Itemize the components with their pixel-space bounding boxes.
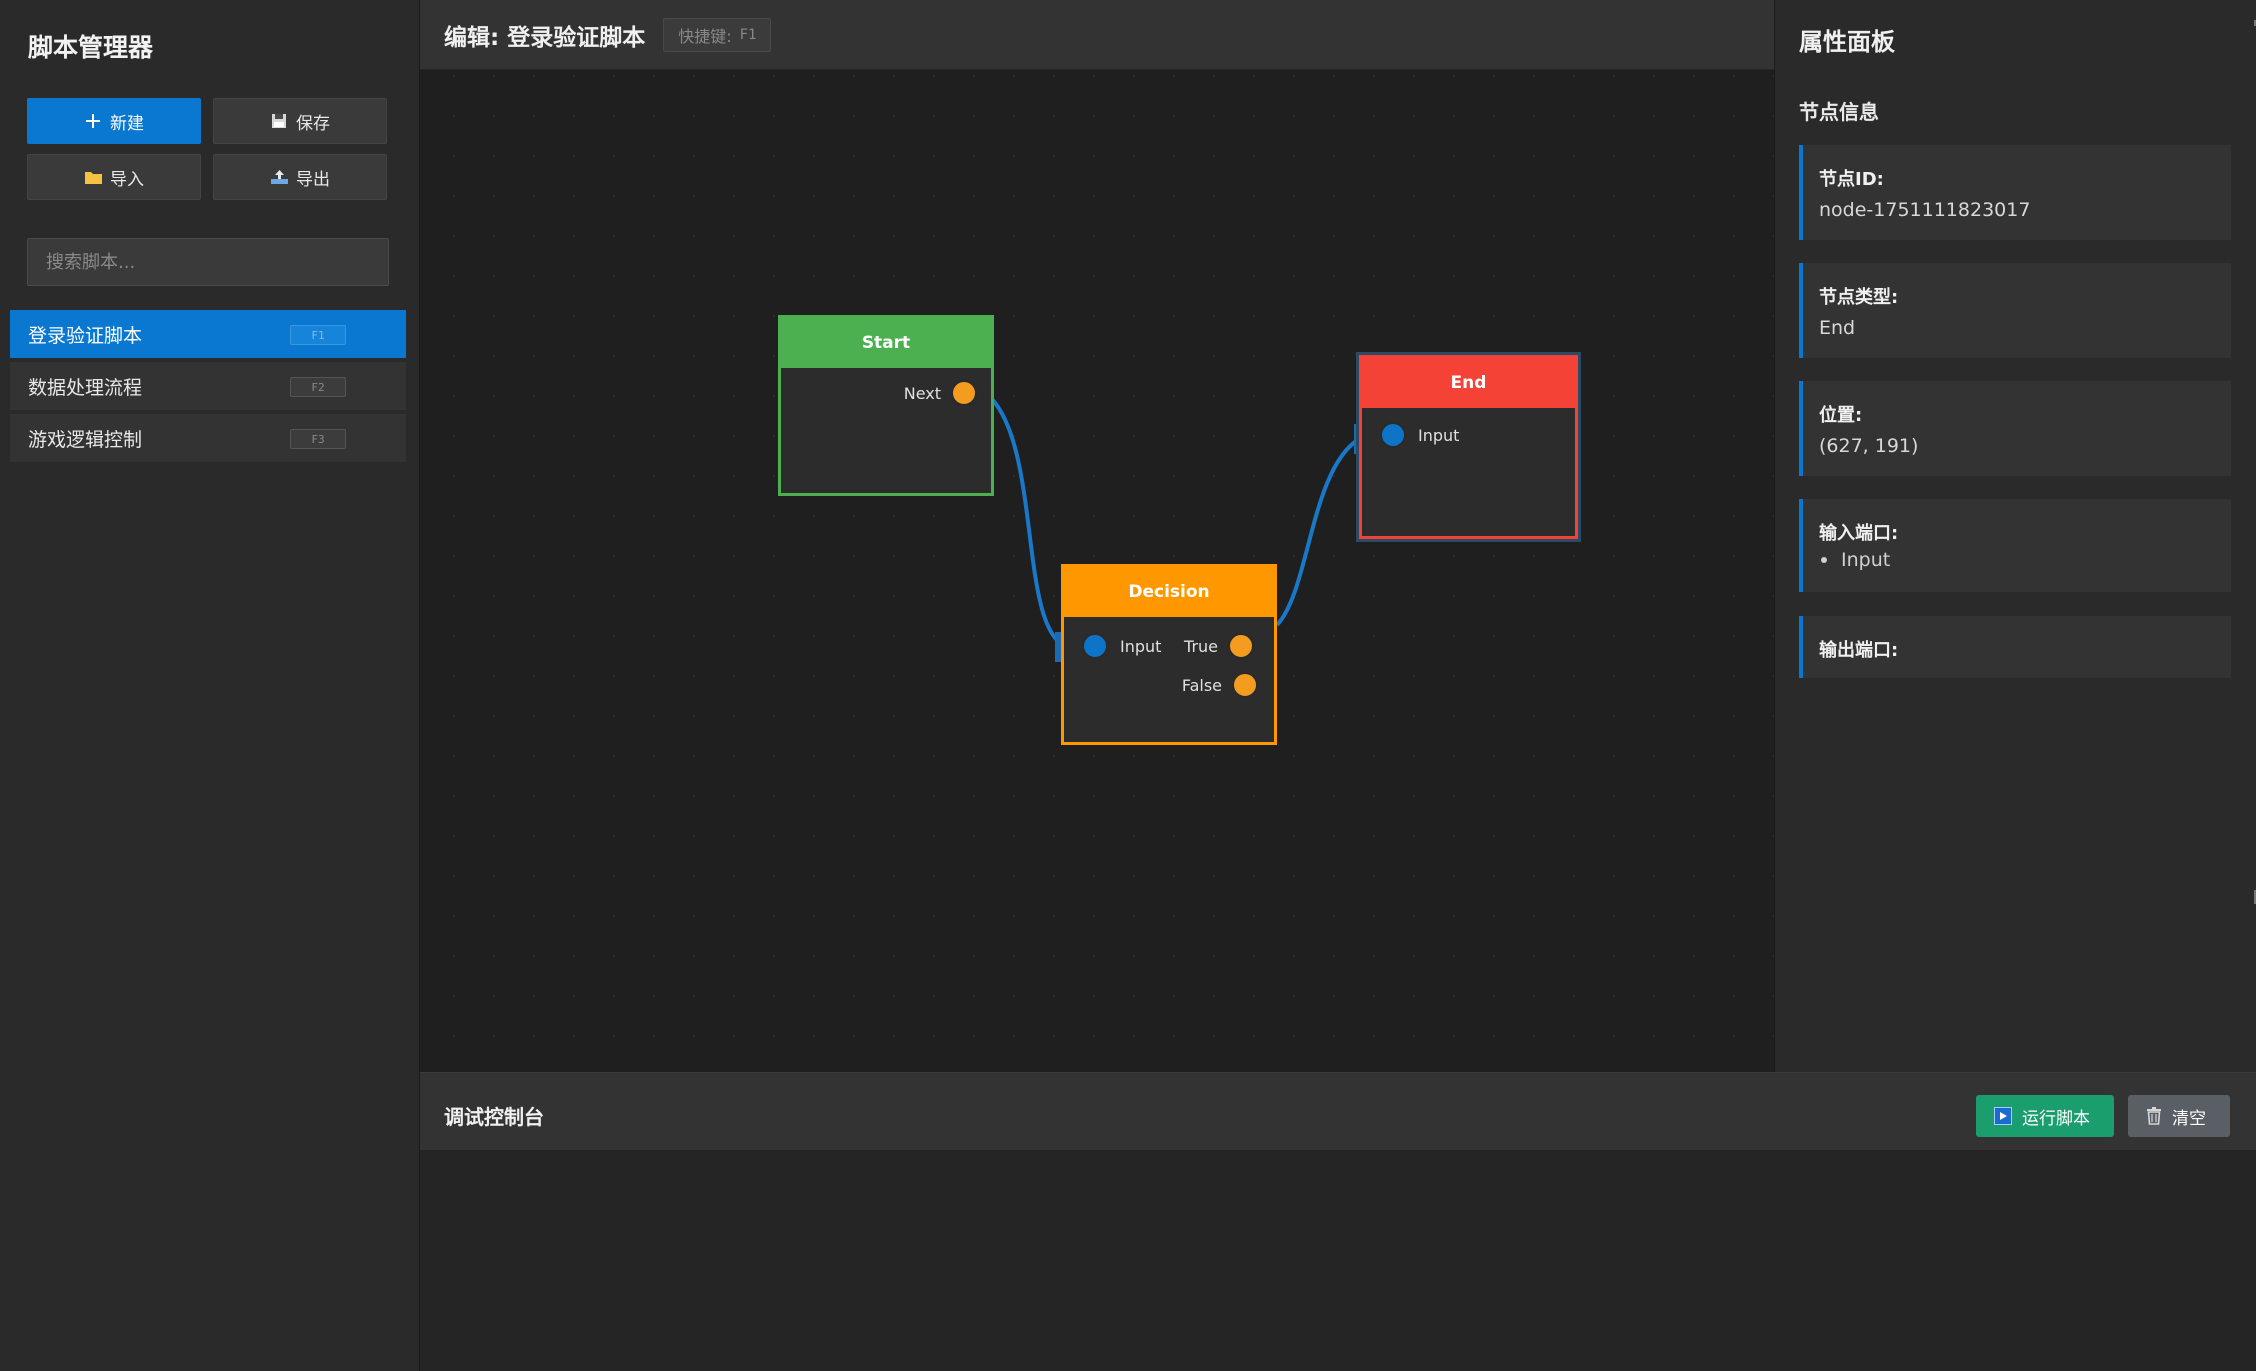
export-script-label: 导出 <box>296 169 330 190</box>
start-node-title: Start <box>781 318 991 368</box>
folder-icon <box>84 168 102 186</box>
output-port-icon[interactable] <box>951 380 977 406</box>
new-script-button[interactable]: 新建 <box>27 98 201 144</box>
plus-icon <box>84 112 102 130</box>
decision-node-input: Input <box>1082 633 1161 659</box>
script-item-name: 游戏逻辑控制 <box>28 428 143 451</box>
editor-header: 编辑: 登录验证脚本 快捷键: F1 <box>420 0 1774 70</box>
export-tray-icon <box>270 168 288 186</box>
decision-node-title: Decision <box>1064 567 1274 617</box>
port-label: Next <box>903 383 941 403</box>
node-type-value: End <box>1819 317 1856 339</box>
port-label: Input <box>1120 636 1162 656</box>
save-script-label: 保存 <box>296 113 330 134</box>
editor-title: 编辑: 登录验证脚本 <box>444 24 646 51</box>
start-node-output-next: Next <box>904 380 977 406</box>
import-script-button[interactable]: 导入 <box>27 154 201 200</box>
export-script-button[interactable]: 导出 <box>213 154 387 200</box>
property-panel: 属性面板 节点信息 节点ID: node-1751111823017 节点类型:… <box>1774 0 2256 1072</box>
app-window: 脚本管理器 新建 保存 导入 导出 登录验证脚本 <box>0 0 2256 1371</box>
prop-card-node-type: 节点类型: End <box>1799 263 2231 358</box>
node-id-label: 节点ID: <box>1819 169 1884 190</box>
bullet-icon <box>1821 557 1827 563</box>
input-port-icon[interactable] <box>1082 633 1108 659</box>
debug-console-title: 调试控制台 <box>444 1105 544 1129</box>
sidebar-title: 脚本管理器 <box>28 33 154 62</box>
end-node-input: Input <box>1380 422 1459 448</box>
node-graph-canvas[interactable]: Start Next Decision Input True False End… <box>420 70 1774 1072</box>
decision-node[interactable]: Decision Input True False <box>1061 564 1277 745</box>
port-label: True <box>1184 636 1218 656</box>
run-script-label: 运行脚本 <box>2022 1108 2090 1129</box>
input-port-list-item: Input <box>1821 549 1890 571</box>
position-value: (627, 191) <box>1819 435 1919 457</box>
script-item-name: 数据处理流程 <box>28 376 143 399</box>
prop-card-node-id: 节点ID: node-1751111823017 <box>1799 145 2231 240</box>
prop-card-input-ports: 输入端口: Input <box>1799 499 2231 592</box>
node-info-heading: 节点信息 <box>1799 100 1879 124</box>
port-label: False <box>1181 675 1222 695</box>
end-node-title: End <box>1362 358 1575 408</box>
run-script-button[interactable]: 运行脚本 <box>1976 1095 2114 1137</box>
debug-console: 调试控制台 运行脚本 清空 <box>420 1072 2256 1371</box>
prop-card-position: 位置: (627, 191) <box>1799 381 2231 476</box>
clear-console-button[interactable]: 清空 <box>2128 1095 2230 1137</box>
import-script-label: 导入 <box>110 169 144 190</box>
prop-card-output-ports: 输出端口: <box>1799 616 2231 678</box>
end-node[interactable]: End Input <box>1359 355 1578 539</box>
script-shortcut-badge: F1 <box>290 325 346 345</box>
script-item-login-check[interactable]: 登录验证脚本 F1 <box>10 310 406 358</box>
output-ports-label: 输出端口: <box>1819 640 1899 661</box>
script-shortcut-badge: F2 <box>290 377 346 397</box>
clear-console-label: 清空 <box>2172 1108 2206 1129</box>
wire-decision-to-end[interactable] <box>1275 437 1361 627</box>
new-script-label: 新建 <box>110 113 144 134</box>
decision-node-output-false: False <box>1182 672 1258 698</box>
shortcut-label: 快捷键: <box>678 26 732 46</box>
script-search-input[interactable] <box>27 238 389 286</box>
script-item-game-logic[interactable]: 游戏逻辑控制 F3 <box>10 414 406 462</box>
wire-start-to-decision[interactable] <box>989 396 1065 647</box>
position-label: 位置: <box>1819 405 1863 426</box>
node-id-value: node-1751111823017 <box>1819 199 2031 221</box>
play-icon <box>1994 1107 2012 1125</box>
debug-console-header: 调试控制台 运行脚本 清空 <box>420 1072 2256 1150</box>
start-node[interactable]: Start Next <box>778 315 994 496</box>
input-port-icon[interactable] <box>1380 422 1406 448</box>
script-shortcut-badge: F3 <box>290 429 346 449</box>
input-port-name: Input <box>1841 549 1891 571</box>
script-item-name: 登录验证脚本 <box>28 324 143 347</box>
script-manager-sidebar: 脚本管理器 新建 保存 导入 导出 登录验证脚本 <box>0 0 420 1371</box>
port-label: Input <box>1418 425 1460 445</box>
node-type-label: 节点类型: <box>1819 287 1899 308</box>
console-output-area[interactable] <box>420 1150 2256 1371</box>
editor-shortcut-badge: 快捷键: F1 <box>663 17 772 52</box>
input-ports-label: 输入端口: <box>1819 523 1899 544</box>
decision-node-output-true: True <box>1184 633 1254 659</box>
trash-icon <box>2146 1107 2162 1125</box>
property-panel-title: 属性面板 <box>1799 28 1895 56</box>
output-port-icon[interactable] <box>1232 672 1258 698</box>
script-item-data-process[interactable]: 数据处理流程 F2 <box>10 362 406 410</box>
shortcut-key: F1 <box>739 26 757 43</box>
save-script-button[interactable]: 保存 <box>213 98 387 144</box>
output-port-icon[interactable] <box>1228 633 1254 659</box>
floppy-disk-icon <box>270 112 288 130</box>
